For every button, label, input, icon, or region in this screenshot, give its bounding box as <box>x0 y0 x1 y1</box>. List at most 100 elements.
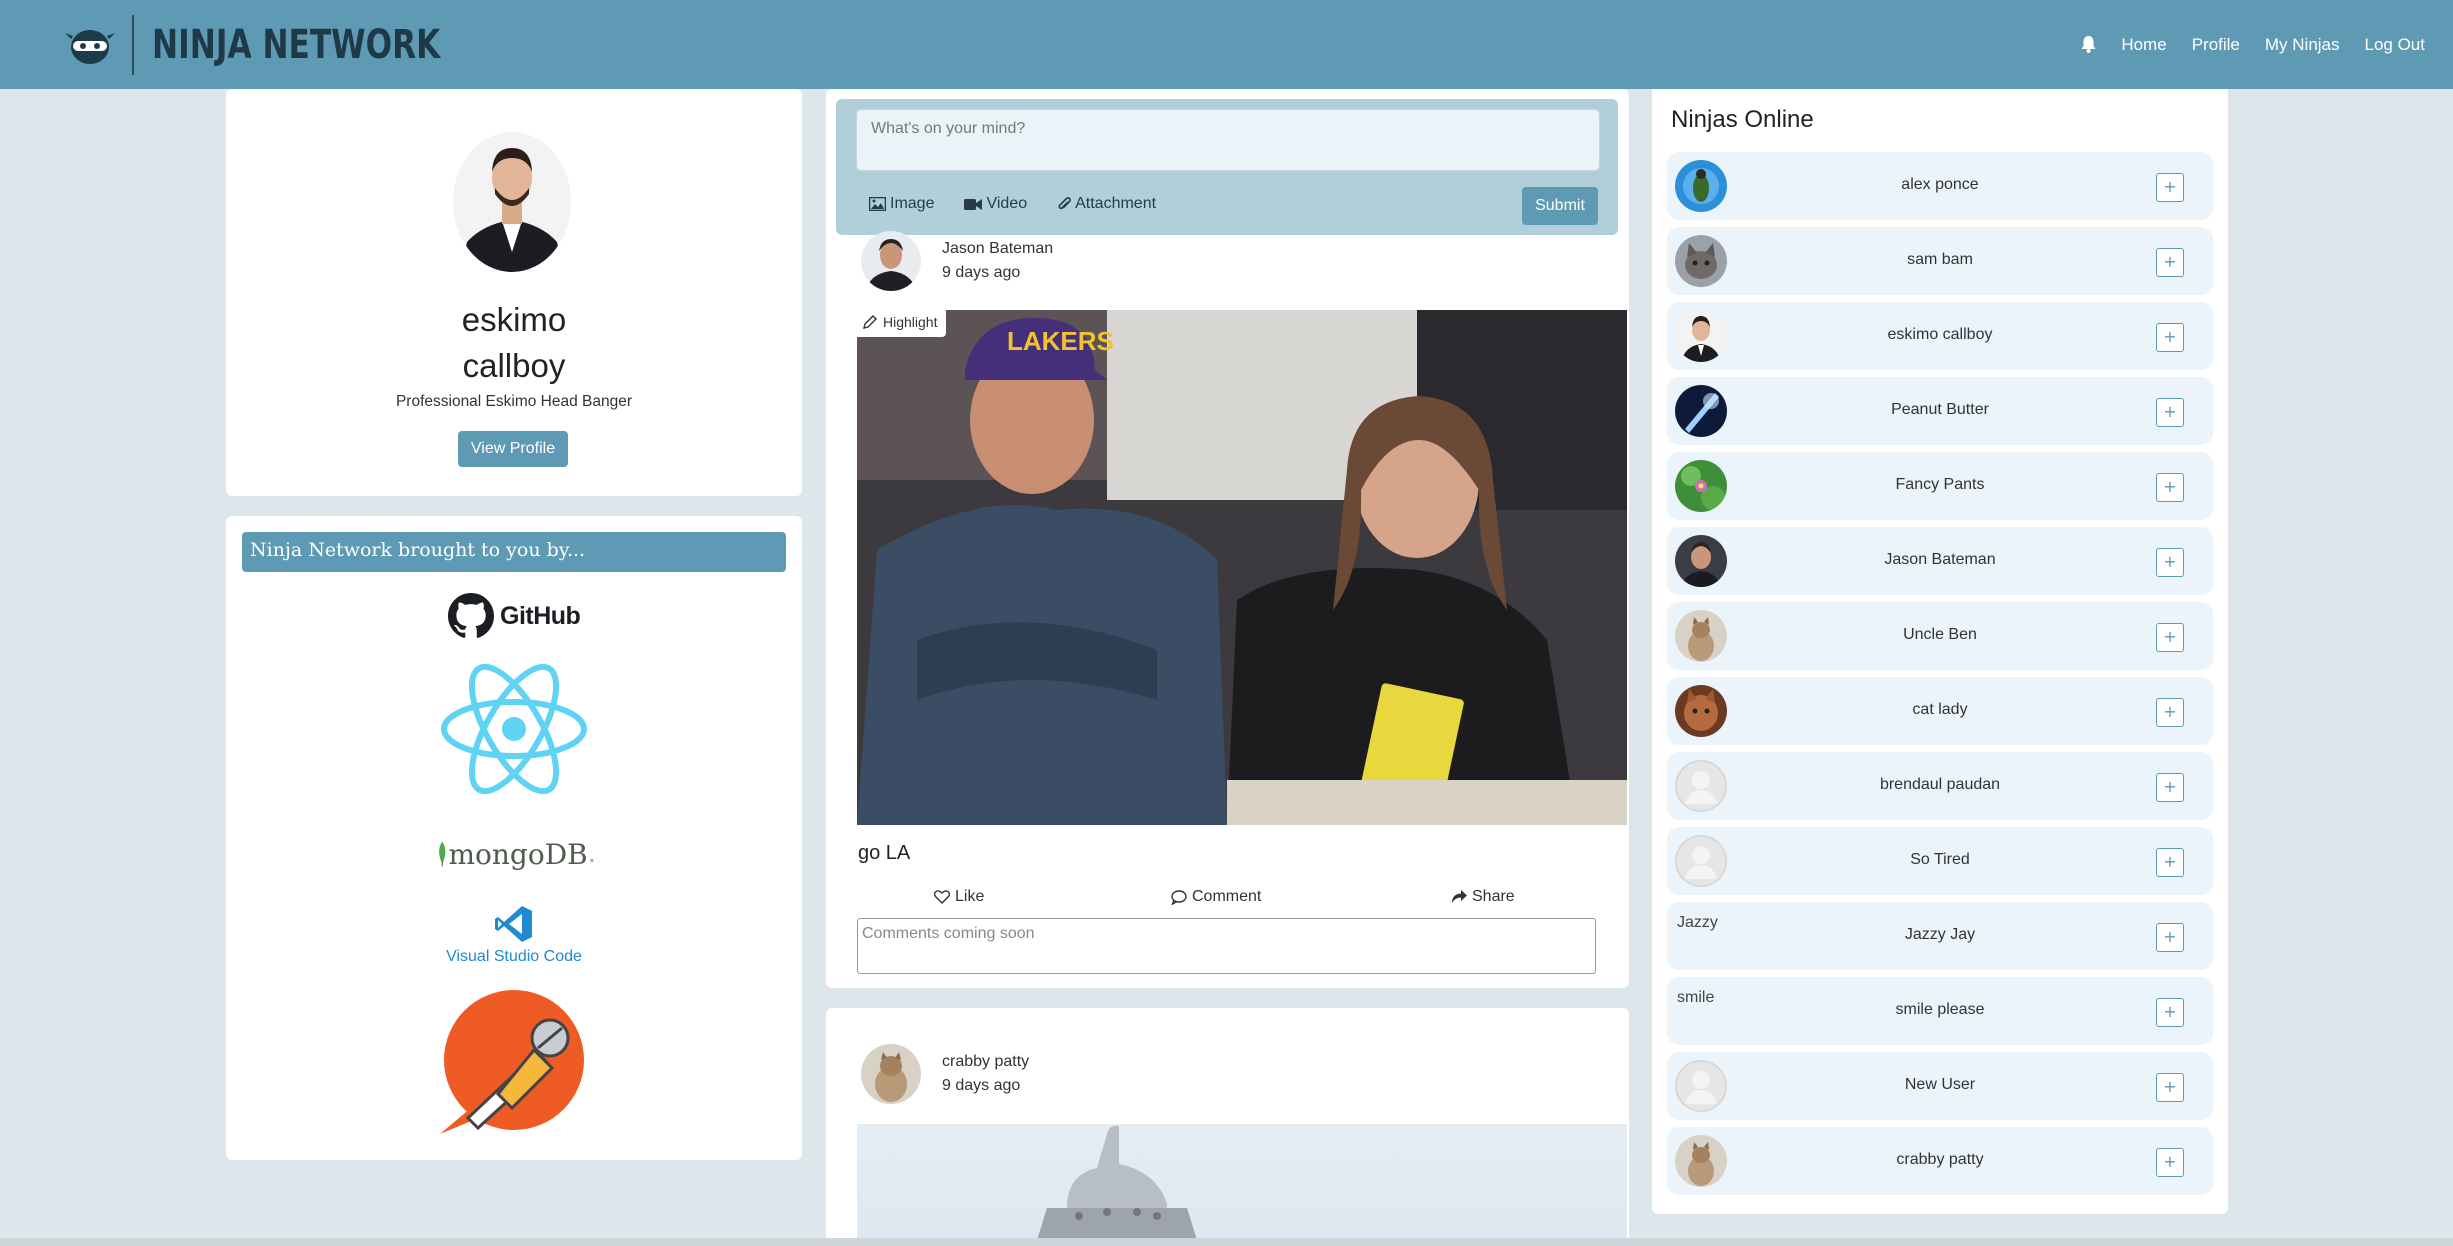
online-user-item[interactable]: Peanut Butter + <box>1667 377 2213 445</box>
online-user-name[interactable]: Jazzy Jay <box>1667 926 2213 944</box>
paperclip-icon <box>1058 197 1072 210</box>
nav-my-ninjas[interactable]: My Ninjas <box>2265 35 2340 55</box>
online-user-name[interactable]: alex ponce <box>1667 176 2213 194</box>
profile-name-last: callboy <box>462 347 566 384</box>
bell-icon[interactable] <box>2081 36 2096 53</box>
share-icon <box>1452 890 1467 903</box>
online-user-name[interactable]: New User <box>1667 1076 2213 1094</box>
vscode-icon <box>495 906 532 942</box>
add-friend-button[interactable]: + <box>2156 398 2184 427</box>
like-button[interactable]: Like <box>934 888 984 906</box>
video-label: Video <box>986 195 1028 212</box>
add-friend-button[interactable]: + <box>2156 698 2184 727</box>
online-user-item[interactable]: smile smile please + <box>1667 977 2213 1045</box>
online-user-name[interactable]: crabby patty <box>1667 1151 2213 1169</box>
add-image-button[interactable]: Image <box>869 195 934 213</box>
comment-button[interactable]: Comment <box>1171 888 1261 906</box>
add-friend-button[interactable]: + <box>2156 548 2184 577</box>
post-timestamp: 9 days ago <box>942 264 1021 281</box>
online-user-name[interactable]: eskimo callboy <box>1667 326 2213 344</box>
sponsor-header: Ninja Network brought to you by... <box>242 532 786 572</box>
postman-logo-icon[interactable] <box>438 990 586 1138</box>
online-user-item[interactable]: sam bam + <box>1667 227 2213 295</box>
add-friend-button[interactable]: + <box>2156 1073 2184 1102</box>
image-icon <box>869 197 886 211</box>
add-friend-button[interactable]: + <box>2156 998 2184 1027</box>
add-friend-button[interactable]: + <box>2156 473 2184 502</box>
online-user-item[interactable]: eskimo callboy + <box>1667 302 2213 370</box>
add-friend-button[interactable]: + <box>2156 173 2184 202</box>
pencil-icon <box>863 315 877 329</box>
ninjas-online-title: Ninjas Online <box>1671 106 1814 133</box>
add-friend-button[interactable]: + <box>2156 248 2184 277</box>
add-friend-button[interactable]: + <box>2156 773 2184 802</box>
github-icon <box>448 593 494 638</box>
mongodb-dot: . <box>587 839 596 869</box>
post-photo: LAKERS <box>857 310 1627 825</box>
online-user-name[interactable]: So Tired <box>1667 851 2213 869</box>
profile-avatar <box>453 132 571 272</box>
online-user-item[interactable]: brendaul paudan + <box>1667 752 2213 820</box>
heart-icon <box>934 890 950 904</box>
highlight-button[interactable]: Highlight <box>854 307 947 337</box>
comment-input[interactable]: Comments coming soon <box>857 918 1596 974</box>
share-button[interactable]: Share <box>1451 888 1515 906</box>
post-author-name[interactable]: Jason Bateman <box>942 240 1053 258</box>
react-logo-icon[interactable] <box>440 662 588 796</box>
add-video-button[interactable]: Video <box>964 195 1027 213</box>
view-profile-button[interactable]: View Profile <box>458 431 568 467</box>
vscode-logo[interactable]: Visual Studio Code <box>226 904 802 966</box>
post-composer: What's on your mind? Image Video Attachm… <box>836 99 1618 235</box>
status-input[interactable]: What's on your mind? <box>856 109 1600 171</box>
online-user-name[interactable]: Peanut Butter <box>1667 401 2213 419</box>
post2-author-avatar[interactable] <box>861 1044 921 1104</box>
online-user-item[interactable]: alex ponce + <box>1667 152 2213 220</box>
submit-button[interactable]: Submit <box>1522 187 1598 225</box>
online-user-name[interactable]: smile please <box>1667 1001 2213 1019</box>
github-logo[interactable]: GitHub <box>448 592 588 640</box>
nav-profile[interactable]: Profile <box>2192 35 2240 55</box>
video-icon <box>964 198 983 210</box>
online-user-item[interactable]: cat lady + <box>1667 677 2213 745</box>
vscode-text: Visual Studio Code <box>446 948 582 965</box>
profile-name-first: eskimo <box>461 301 567 338</box>
online-user-name[interactable]: Uncle Ben <box>1667 626 2213 644</box>
online-user-item[interactable]: Jason Bateman + <box>1667 527 2213 595</box>
nav-log-out[interactable]: Log Out <box>2365 35 2426 55</box>
mongodb-text: mongoDB <box>448 837 588 871</box>
online-user-item[interactable]: Uncle Ben + <box>1667 602 2213 670</box>
svg-text:LAKERS: LAKERS <box>1007 326 1114 356</box>
post-caption: go LA <box>858 842 911 864</box>
github-text: GitHub <box>500 601 581 630</box>
brand[interactable]: NINJA NETWORK <box>62 14 522 75</box>
post2-photo <box>857 1124 1627 1240</box>
profile-name: eskimo callboy <box>226 297 802 389</box>
online-user-item[interactable]: So Tired + <box>1667 827 2213 895</box>
add-friend-button[interactable]: + <box>2156 323 2184 352</box>
like-label: Like <box>955 888 985 905</box>
online-user-name[interactable]: Fancy Pants <box>1667 476 2213 494</box>
post2-author-name[interactable]: crabby patty <box>942 1053 1029 1071</box>
add-friend-button[interactable]: + <box>2156 848 2184 877</box>
add-attachment-button[interactable]: Attachment <box>1057 195 1156 213</box>
online-user-name[interactable]: Jason Bateman <box>1667 551 2213 569</box>
online-user-name[interactable]: brendaul paudan <box>1667 776 2213 794</box>
comment-icon <box>1171 889 1187 905</box>
post2-timestamp: 9 days ago <box>942 1077 1021 1094</box>
online-user-name[interactable]: cat lady <box>1667 701 2213 719</box>
add-friend-button[interactable]: + <box>2156 1148 2184 1177</box>
horizontal-scrollbar[interactable] <box>0 1238 2453 1246</box>
mongodb-logo[interactable]: mongoDB. <box>436 832 596 876</box>
add-friend-button[interactable]: + <box>2156 623 2184 652</box>
post-author-avatar[interactable] <box>861 231 921 291</box>
online-user-item[interactable]: Jazzy Jazzy Jay + <box>1667 902 2213 970</box>
online-user-item[interactable]: New User + <box>1667 1052 2213 1120</box>
brand-divider <box>132 14 134 75</box>
online-user-item[interactable]: crabby patty + <box>1667 1127 2213 1195</box>
brand-title: NINJA NETWORK <box>152 21 441 68</box>
nav-home[interactable]: Home <box>2121 35 2166 55</box>
online-user-item[interactable]: Fancy Pants + <box>1667 452 2213 520</box>
online-user-name[interactable]: sam bam <box>1667 251 2213 269</box>
add-friend-button[interactable]: + <box>2156 923 2184 952</box>
top-navbar: NINJA NETWORK Home Profile My Ninjas Log… <box>0 0 2453 89</box>
